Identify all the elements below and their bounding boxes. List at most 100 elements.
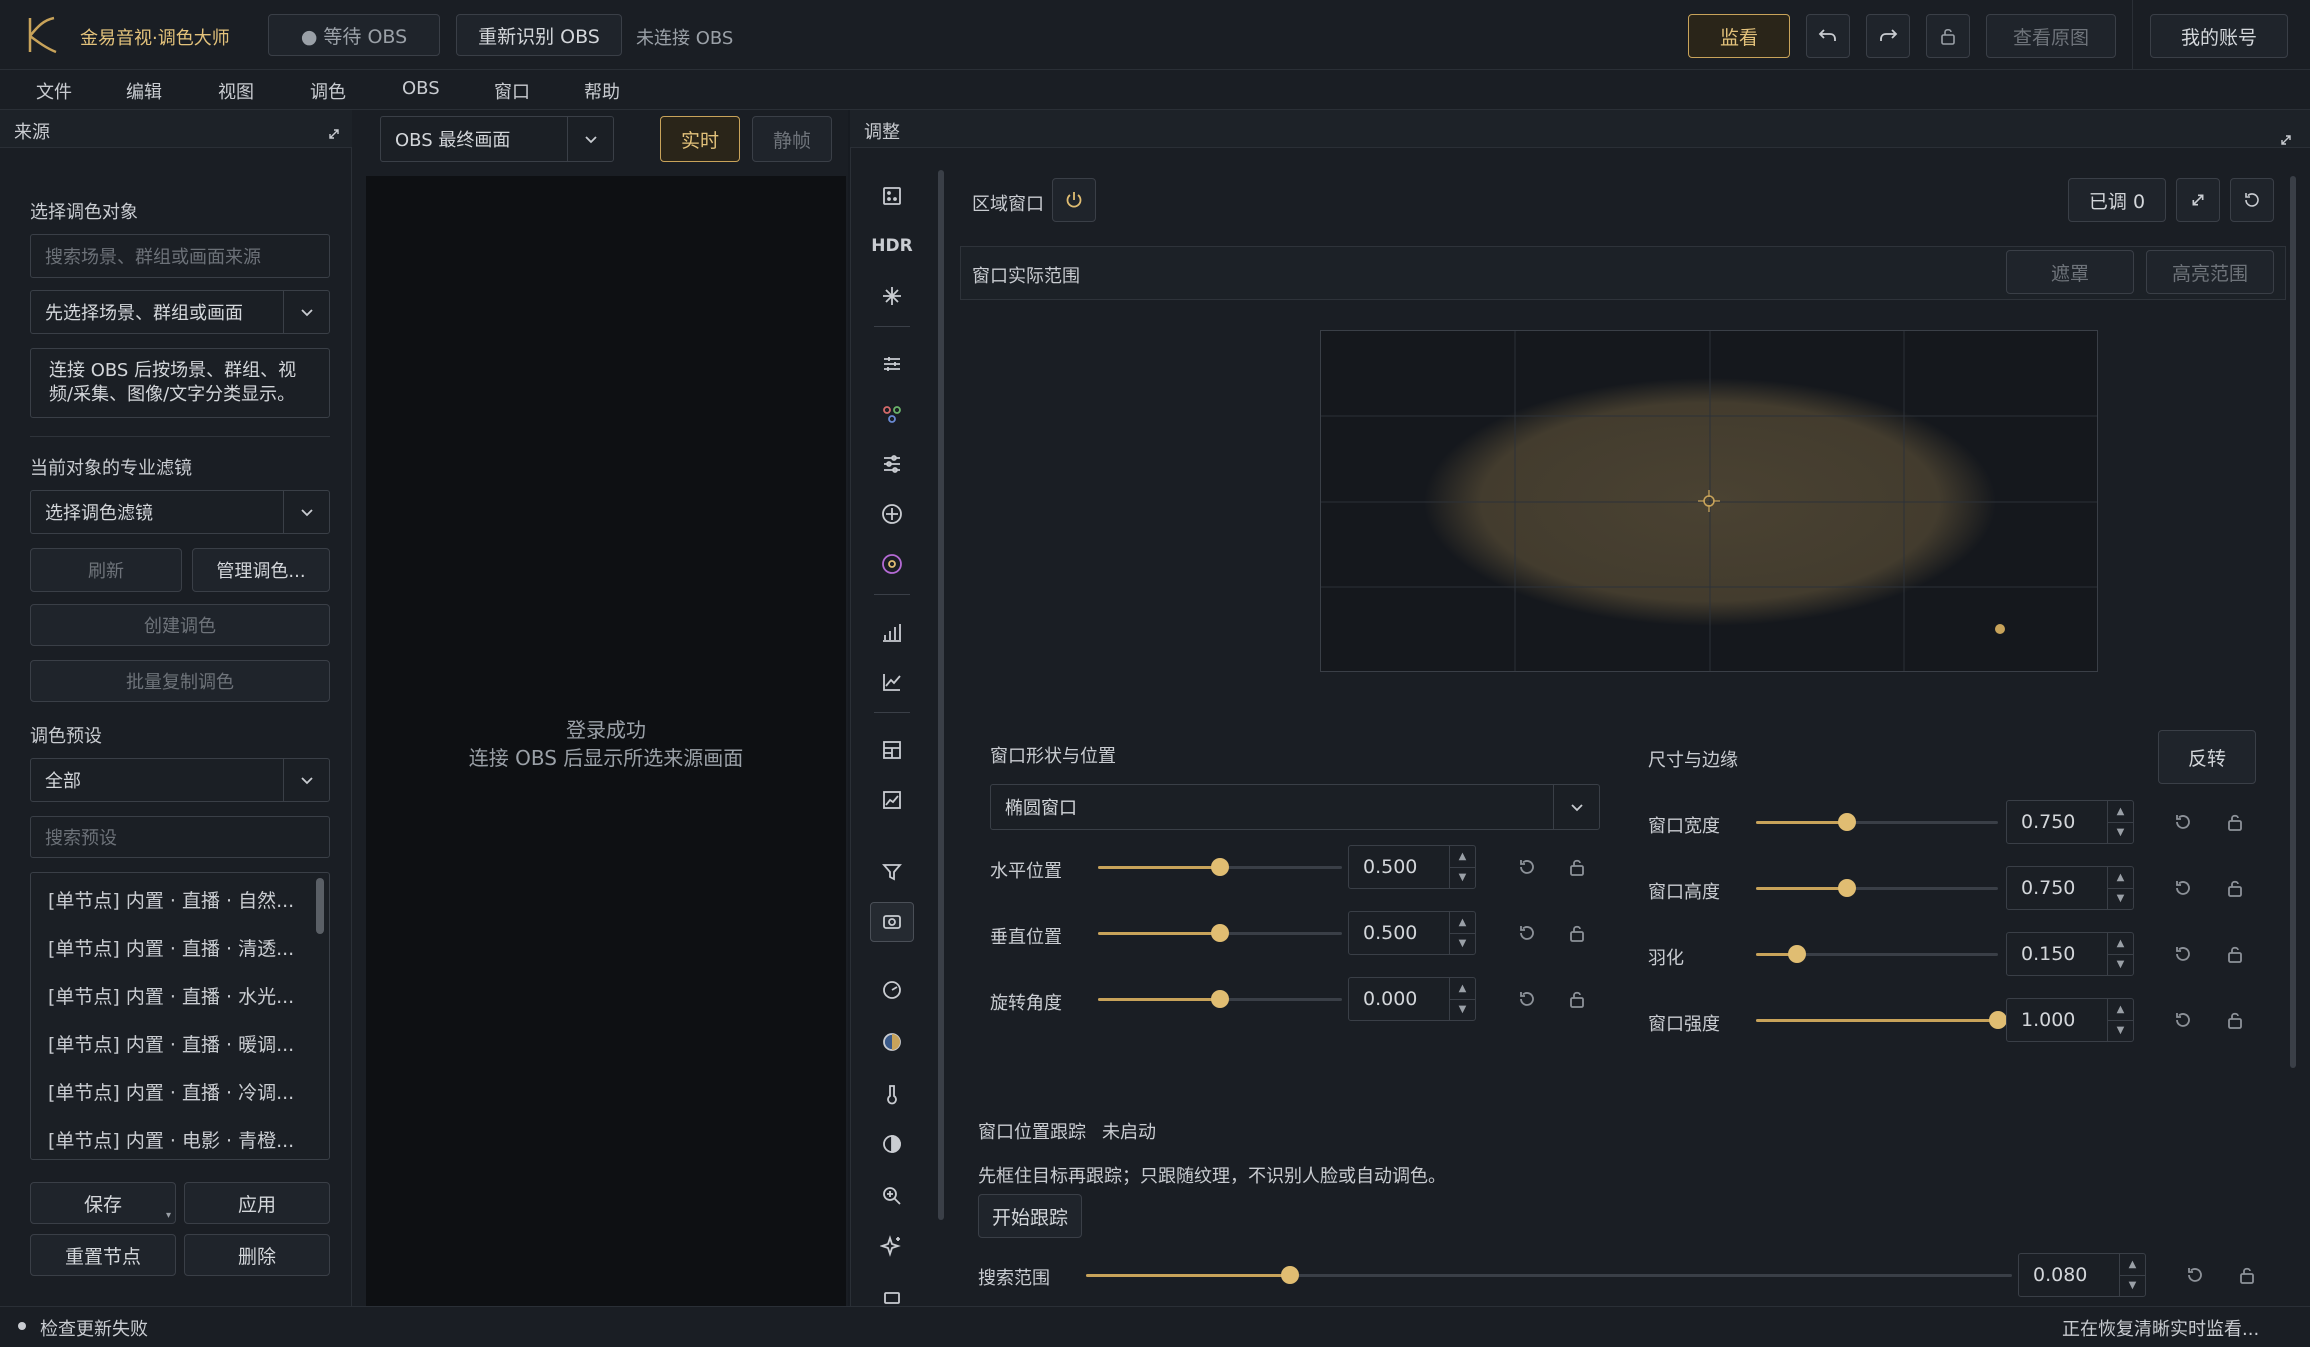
spin-down-icon[interactable]: ▼ [2108, 1019, 2133, 1042]
save-button[interactable]: 保存 ▾ [30, 1182, 176, 1224]
unlock-icon[interactable] [2236, 1264, 2258, 1286]
adjust-scrollbar[interactable] [2290, 176, 2296, 1068]
refresh-button[interactable]: 刷新 [30, 548, 182, 592]
mask-icon[interactable] [870, 176, 914, 216]
reset-icon[interactable] [2172, 811, 2194, 833]
search-range-spinbox[interactable]: 0.080 ▲ ▼ [2018, 1253, 2146, 1297]
unlock-icon[interactable] [2224, 877, 2246, 899]
apply-button[interactable]: 应用 [184, 1182, 330, 1224]
unlock-icon[interactable] [2224, 811, 2246, 833]
sparkle-icon[interactable] [870, 276, 914, 316]
spin-up-icon[interactable]: ▲ [2120, 1254, 2145, 1275]
param-slider-knob[interactable] [1837, 813, 1856, 831]
reset-icon[interactable] [2172, 1009, 2194, 1031]
expand-icon[interactable] [328, 124, 340, 139]
menu-help[interactable]: 帮助 [584, 78, 620, 104]
preset-search-input[interactable]: 搜索预设 [30, 816, 330, 858]
mask-button[interactable]: 遮罩 [2006, 250, 2134, 294]
sliders-icon[interactable] [870, 344, 914, 384]
spin-up-icon[interactable]: ▲ [2108, 867, 2133, 888]
invert-button[interactable]: 反转 [2158, 730, 2256, 784]
unlock-icon[interactable] [2224, 1009, 2246, 1031]
rotation-handle[interactable] [1995, 624, 2005, 634]
param-slider[interactable] [1756, 1008, 2007, 1032]
tool-scrollbar[interactable] [938, 170, 944, 1220]
bars-icon[interactable] [870, 612, 914, 652]
delete-button[interactable]: 删除 [184, 1234, 330, 1276]
dial-icon[interactable] [870, 970, 914, 1010]
spin-down-icon[interactable]: ▼ [1450, 932, 1475, 955]
reset-icon[interactable] [2172, 943, 2194, 965]
unlock-icon[interactable] [1566, 922, 1588, 944]
param-spinbox[interactable]: 0.500 ▲ ▼ [1348, 845, 1476, 889]
line-chart-icon[interactable] [870, 662, 914, 702]
chevron-down-icon[interactable] [283, 291, 329, 333]
param-slider-knob[interactable] [1788, 945, 1807, 963]
reset-icon[interactable] [1516, 922, 1538, 944]
undo-button[interactable] [1806, 14, 1850, 58]
expand-icon[interactable] [2280, 130, 2292, 145]
create-color-button[interactable]: 创建调色 [30, 604, 330, 646]
source-search-input[interactable]: 搜索场景、群组或画面来源 [30, 234, 330, 278]
unlock-icon[interactable] [1566, 988, 1588, 1010]
unlock-icon[interactable] [2224, 943, 2246, 965]
realtime-button[interactable]: 实时 [660, 116, 740, 162]
reset-icon[interactable] [2184, 1264, 2206, 1286]
spin-up-icon[interactable]: ▲ [2108, 801, 2133, 822]
param-slider[interactable] [1098, 855, 1342, 879]
param-slider[interactable] [1756, 876, 1998, 900]
lock-button[interactable] [1926, 14, 1970, 58]
param-spinbox[interactable]: 0.150 ▲ ▼ [2006, 932, 2134, 976]
reidentify-obs-button[interactable]: 重新识别 OBS [456, 14, 622, 56]
spin-down-icon[interactable]: ▼ [2108, 821, 2133, 844]
menu-edit[interactable]: 编辑 [126, 78, 162, 104]
start-tracking-button[interactable]: 开始跟踪 [978, 1194, 1082, 1238]
param-slider-knob[interactable] [1211, 924, 1229, 942]
param-slider-knob[interactable] [1211, 990, 1229, 1008]
hdr-icon[interactable]: HDR [870, 226, 914, 266]
spin-down-icon[interactable]: ▼ [2120, 1274, 2145, 1297]
param-slider-knob[interactable] [1837, 879, 1856, 897]
spin-down-icon[interactable]: ▼ [1450, 998, 1475, 1021]
my-account-button[interactable]: 我的账号 [2150, 14, 2288, 58]
param-slider[interactable] [1098, 921, 1342, 945]
spin-up-icon[interactable]: ▲ [1450, 846, 1475, 867]
preset-category-select[interactable]: 全部 [30, 758, 330, 802]
menu-color[interactable]: 调色 [310, 78, 346, 104]
still-frame-button[interactable]: 静帧 [752, 116, 832, 162]
search-range-slider[interactable] [1086, 1263, 2012, 1287]
reset-node-button[interactable]: 重置节点 [30, 1234, 176, 1276]
window-center-handle[interactable] [1698, 490, 1720, 512]
menu-obs[interactable]: OBS [402, 78, 440, 99]
expand-window-button[interactable] [2176, 178, 2220, 222]
stars-icon[interactable] [870, 1226, 914, 1266]
spin-up-icon[interactable]: ▲ [1450, 978, 1475, 999]
param-spinbox[interactable]: 0.750 ▲ ▼ [2006, 800, 2134, 844]
list-item[interactable]: [单节点] 内置 · 电影 · 青橙... [48, 1126, 294, 1153]
zoom-icon[interactable] [870, 1176, 914, 1216]
param-slider-knob[interactable] [1989, 1011, 2007, 1029]
redo-button[interactable] [1866, 14, 1910, 58]
highlight-range-button[interactable]: 高亮范围 [2146, 250, 2274, 294]
thermometer-icon[interactable] [870, 1074, 914, 1114]
batch-copy-button[interactable]: 批量复制调色 [30, 660, 330, 702]
reset-all-button[interactable] [2230, 178, 2274, 222]
nodes-icon[interactable] [870, 394, 914, 434]
list-item[interactable]: [单节点] 内置 · 直播 · 暖调... [48, 1030, 294, 1057]
param-slider-knob[interactable] [1211, 858, 1229, 876]
chevron-down-icon[interactable] [1553, 785, 1599, 829]
reset-icon[interactable] [1516, 856, 1538, 878]
manage-color-button[interactable]: 管理调色... [192, 548, 330, 592]
list-item[interactable]: [单节点] 内置 · 直播 · 冷调... [48, 1078, 294, 1105]
filter-select[interactable]: 选择调色滤镜 [30, 490, 330, 534]
search-range-knob[interactable] [1280, 1266, 1299, 1284]
list-item[interactable]: [单节点] 内置 · 直播 · 自然... [48, 886, 294, 913]
scene-select[interactable]: 先选择场景、群组或画面 [30, 290, 330, 334]
trend-icon[interactable] [870, 780, 914, 820]
color-wheel-icon[interactable] [870, 544, 914, 584]
monitor-button[interactable]: 监看 [1688, 14, 1790, 58]
list-item[interactable]: [单节点] 内置 · 直播 · 水光... [48, 982, 294, 1009]
reset-icon[interactable] [1516, 988, 1538, 1010]
reset-icon[interactable] [2172, 877, 2194, 899]
preset-list-scrollbar[interactable] [316, 878, 324, 934]
